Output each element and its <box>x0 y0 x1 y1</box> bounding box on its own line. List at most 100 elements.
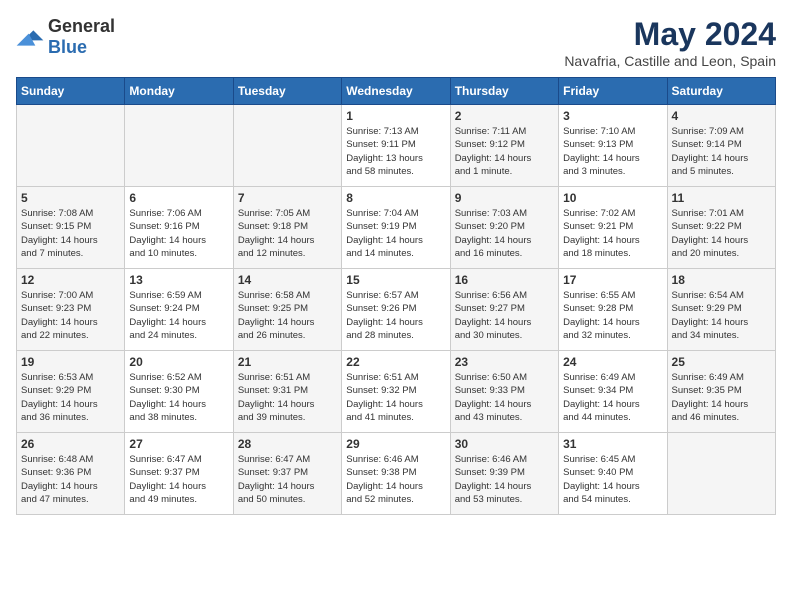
day-number: 15 <box>346 273 445 287</box>
weekday-header-tuesday: Tuesday <box>233 78 341 105</box>
day-number: 7 <box>238 191 337 205</box>
day-info: Sunrise: 7:10 AMSunset: 9:13 PMDaylight:… <box>563 125 662 178</box>
calendar-cell: 24 Sunrise: 6:49 AMSunset: 9:34 PMDayligh… <box>559 351 667 433</box>
calendar-cell <box>125 105 233 187</box>
calendar-table: SundayMondayTuesdayWednesdayThursdayFrid… <box>16 77 776 515</box>
calendar-cell: 2 Sunrise: 7:11 AMSunset: 9:12 PMDaylight… <box>450 105 558 187</box>
day-number: 4 <box>672 109 771 123</box>
day-info: Sunrise: 7:04 AMSunset: 9:19 PMDaylight:… <box>346 207 445 260</box>
day-number: 18 <box>672 273 771 287</box>
day-number: 31 <box>563 437 662 451</box>
logo-icon <box>16 27 44 47</box>
day-number: 16 <box>455 273 554 287</box>
day-info: Sunrise: 6:51 AMSunset: 9:32 PMDaylight:… <box>346 371 445 424</box>
day-number: 5 <box>21 191 120 205</box>
day-info: Sunrise: 6:46 AMSunset: 9:38 PMDaylight:… <box>346 453 445 506</box>
day-info: Sunrise: 6:48 AMSunset: 9:36 PMDaylight:… <box>21 453 120 506</box>
calendar-cell: 16 Sunrise: 6:56 AMSunset: 9:27 PMDayligh… <box>450 269 558 351</box>
day-info: Sunrise: 7:03 AMSunset: 9:20 PMDaylight:… <box>455 207 554 260</box>
day-number: 25 <box>672 355 771 369</box>
day-info: Sunrise: 6:54 AMSunset: 9:29 PMDaylight:… <box>672 289 771 342</box>
calendar-cell: 14 Sunrise: 6:58 AMSunset: 9:25 PMDayligh… <box>233 269 341 351</box>
day-info: Sunrise: 7:09 AMSunset: 9:14 PMDaylight:… <box>672 125 771 178</box>
day-number: 28 <box>238 437 337 451</box>
calendar-cell: 7 Sunrise: 7:05 AMSunset: 9:18 PMDaylight… <box>233 187 341 269</box>
calendar-cell: 21Sunrise: 6:51 AMSunset: 9:31 PMDayligh… <box>233 351 341 433</box>
day-number: 14 <box>238 273 337 287</box>
calendar-cell: 26 Sunrise: 6:48 AMSunset: 9:36 PMDayligh… <box>17 433 125 515</box>
calendar-cell <box>17 105 125 187</box>
day-number: 10 <box>563 191 662 205</box>
calendar-cell: 13 Sunrise: 6:59 AMSunset: 9:24 PMDayligh… <box>125 269 233 351</box>
day-info: Sunrise: 7:02 AMSunset: 9:21 PMDaylight:… <box>563 207 662 260</box>
day-info: Sunrise: 6:49 AMSunset: 9:34 PMDaylight:… <box>563 371 662 424</box>
calendar-cell: 22 Sunrise: 6:51 AMSunset: 9:32 PMDayligh… <box>342 351 450 433</box>
day-info: Sunrise: 7:13 AMSunset: 9:11 PMDaylight:… <box>346 125 445 178</box>
calendar-cell: 12 Sunrise: 7:00 AMSunset: 9:23 PMDayligh… <box>17 269 125 351</box>
calendar-cell: 29 Sunrise: 6:46 AMSunset: 9:38 PMDayligh… <box>342 433 450 515</box>
calendar-cell: 5 Sunrise: 7:08 AMSunset: 9:15 PMDaylight… <box>17 187 125 269</box>
day-info: Sunrise: 6:47 AMSunset: 9:37 PMDaylight:… <box>129 453 228 506</box>
day-number: 27 <box>129 437 228 451</box>
logo-blue-text: Blue <box>48 37 87 57</box>
day-info: Sunrise: 6:51 AMSunset: 9:31 PMDaylight:… <box>238 371 337 424</box>
calendar-cell <box>233 105 341 187</box>
weekday-header-wednesday: Wednesday <box>342 78 450 105</box>
calendar-cell: 23Sunrise: 6:50 AMSunset: 9:33 PMDayligh… <box>450 351 558 433</box>
weekday-header-row: SundayMondayTuesdayWednesdayThursdayFrid… <box>17 78 776 105</box>
day-number: 17 <box>563 273 662 287</box>
location-subtitle: Navafria, Castille and Leon, Spain <box>564 53 776 69</box>
calendar-cell: 18 Sunrise: 6:54 AMSunset: 9:29 PMDayligh… <box>667 269 775 351</box>
calendar-cell: 19 Sunrise: 6:53 AMSunset: 9:29 PMDayligh… <box>17 351 125 433</box>
calendar-cell: 30Sunrise: 6:46 AMSunset: 9:39 PMDayligh… <box>450 433 558 515</box>
day-number: 11 <box>672 191 771 205</box>
day-info: Sunrise: 7:00 AMSunset: 9:23 PMDaylight:… <box>21 289 120 342</box>
calendar-cell: 10 Sunrise: 7:02 AMSunset: 9:21 PMDayligh… <box>559 187 667 269</box>
calendar-week-4: 19 Sunrise: 6:53 AMSunset: 9:29 PMDayligh… <box>17 351 776 433</box>
day-number: 24 <box>563 355 662 369</box>
day-info: Sunrise: 7:11 AMSunset: 9:12 PMDaylight:… <box>455 125 554 178</box>
day-info: Sunrise: 6:52 AMSunset: 9:30 PMDaylight:… <box>129 371 228 424</box>
calendar-cell: 1 Sunrise: 7:13 AMSunset: 9:11 PMDaylight… <box>342 105 450 187</box>
day-info: Sunrise: 6:55 AMSunset: 9:28 PMDaylight:… <box>563 289 662 342</box>
calendar-week-3: 12 Sunrise: 7:00 AMSunset: 9:23 PMDayligh… <box>17 269 776 351</box>
calendar-cell: 17 Sunrise: 6:55 AMSunset: 9:28 PMDayligh… <box>559 269 667 351</box>
logo: General Blue <box>16 16 115 58</box>
day-info: Sunrise: 7:06 AMSunset: 9:16 PMDaylight:… <box>129 207 228 260</box>
weekday-header-monday: Monday <box>125 78 233 105</box>
day-info: Sunrise: 6:59 AMSunset: 9:24 PMDaylight:… <box>129 289 228 342</box>
day-number: 2 <box>455 109 554 123</box>
day-number: 29 <box>346 437 445 451</box>
calendar-cell: 28 Sunrise: 6:47 AMSunset: 9:37 PMDayligh… <box>233 433 341 515</box>
day-number: 1 <box>346 109 445 123</box>
calendar-cell <box>667 433 775 515</box>
day-number: 30 <box>455 437 554 451</box>
day-number: 20 <box>129 355 228 369</box>
day-info: Sunrise: 7:01 AMSunset: 9:22 PMDaylight:… <box>672 207 771 260</box>
day-number: 26 <box>21 437 120 451</box>
day-number: 13 <box>129 273 228 287</box>
day-info: Sunrise: 6:53 AMSunset: 9:29 PMDaylight:… <box>21 371 120 424</box>
day-number: 9 <box>455 191 554 205</box>
day-info: Sunrise: 7:05 AMSunset: 9:18 PMDaylight:… <box>238 207 337 260</box>
calendar-cell: 4 Sunrise: 7:09 AMSunset: 9:14 PMDaylight… <box>667 105 775 187</box>
day-info: Sunrise: 6:57 AMSunset: 9:26 PMDaylight:… <box>346 289 445 342</box>
calendar-cell: 11 Sunrise: 7:01 AMSunset: 9:22 PMDayligh… <box>667 187 775 269</box>
day-number: 22 <box>346 355 445 369</box>
day-number: 23 <box>455 355 554 369</box>
calendar-cell: 9 Sunrise: 7:03 AMSunset: 9:20 PMDaylight… <box>450 187 558 269</box>
calendar-week-2: 5 Sunrise: 7:08 AMSunset: 9:15 PMDaylight… <box>17 187 776 269</box>
calendar-cell: 25Sunrise: 6:49 AMSunset: 9:35 PMDayligh… <box>667 351 775 433</box>
calendar-cell: 6Sunrise: 7:06 AMSunset: 9:16 PMDaylight… <box>125 187 233 269</box>
day-info: Sunrise: 7:08 AMSunset: 9:15 PMDaylight:… <box>21 207 120 260</box>
weekday-header-thursday: Thursday <box>450 78 558 105</box>
day-info: Sunrise: 6:45 AMSunset: 9:40 PMDaylight:… <box>563 453 662 506</box>
calendar-cell: 31 Sunrise: 6:45 AMSunset: 9:40 PMDayligh… <box>559 433 667 515</box>
day-info: Sunrise: 6:58 AMSunset: 9:25 PMDaylight:… <box>238 289 337 342</box>
day-number: 12 <box>21 273 120 287</box>
day-info: Sunrise: 6:56 AMSunset: 9:27 PMDaylight:… <box>455 289 554 342</box>
calendar-cell: 20 Sunrise: 6:52 AMSunset: 9:30 PMDayligh… <box>125 351 233 433</box>
title-block: May 2024 Navafria, Castille and Leon, Sp… <box>564 16 776 69</box>
day-info: Sunrise: 6:47 AMSunset: 9:37 PMDaylight:… <box>238 453 337 506</box>
day-number: 19 <box>21 355 120 369</box>
